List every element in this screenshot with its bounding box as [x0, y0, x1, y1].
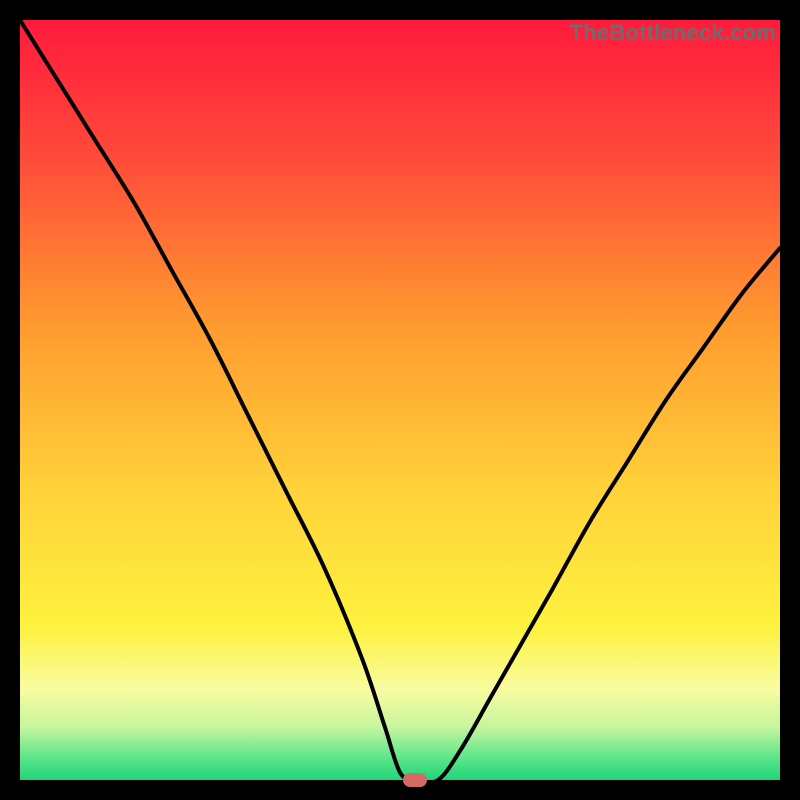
plot-area: TheBottleneck.com — [20, 20, 780, 780]
optimal-point-marker — [403, 773, 427, 787]
bottleneck-curve — [20, 20, 780, 780]
watermark-text: TheBottleneck.com — [570, 20, 776, 46]
chart-frame: TheBottleneck.com — [0, 0, 800, 800]
curve-layer — [20, 20, 780, 780]
